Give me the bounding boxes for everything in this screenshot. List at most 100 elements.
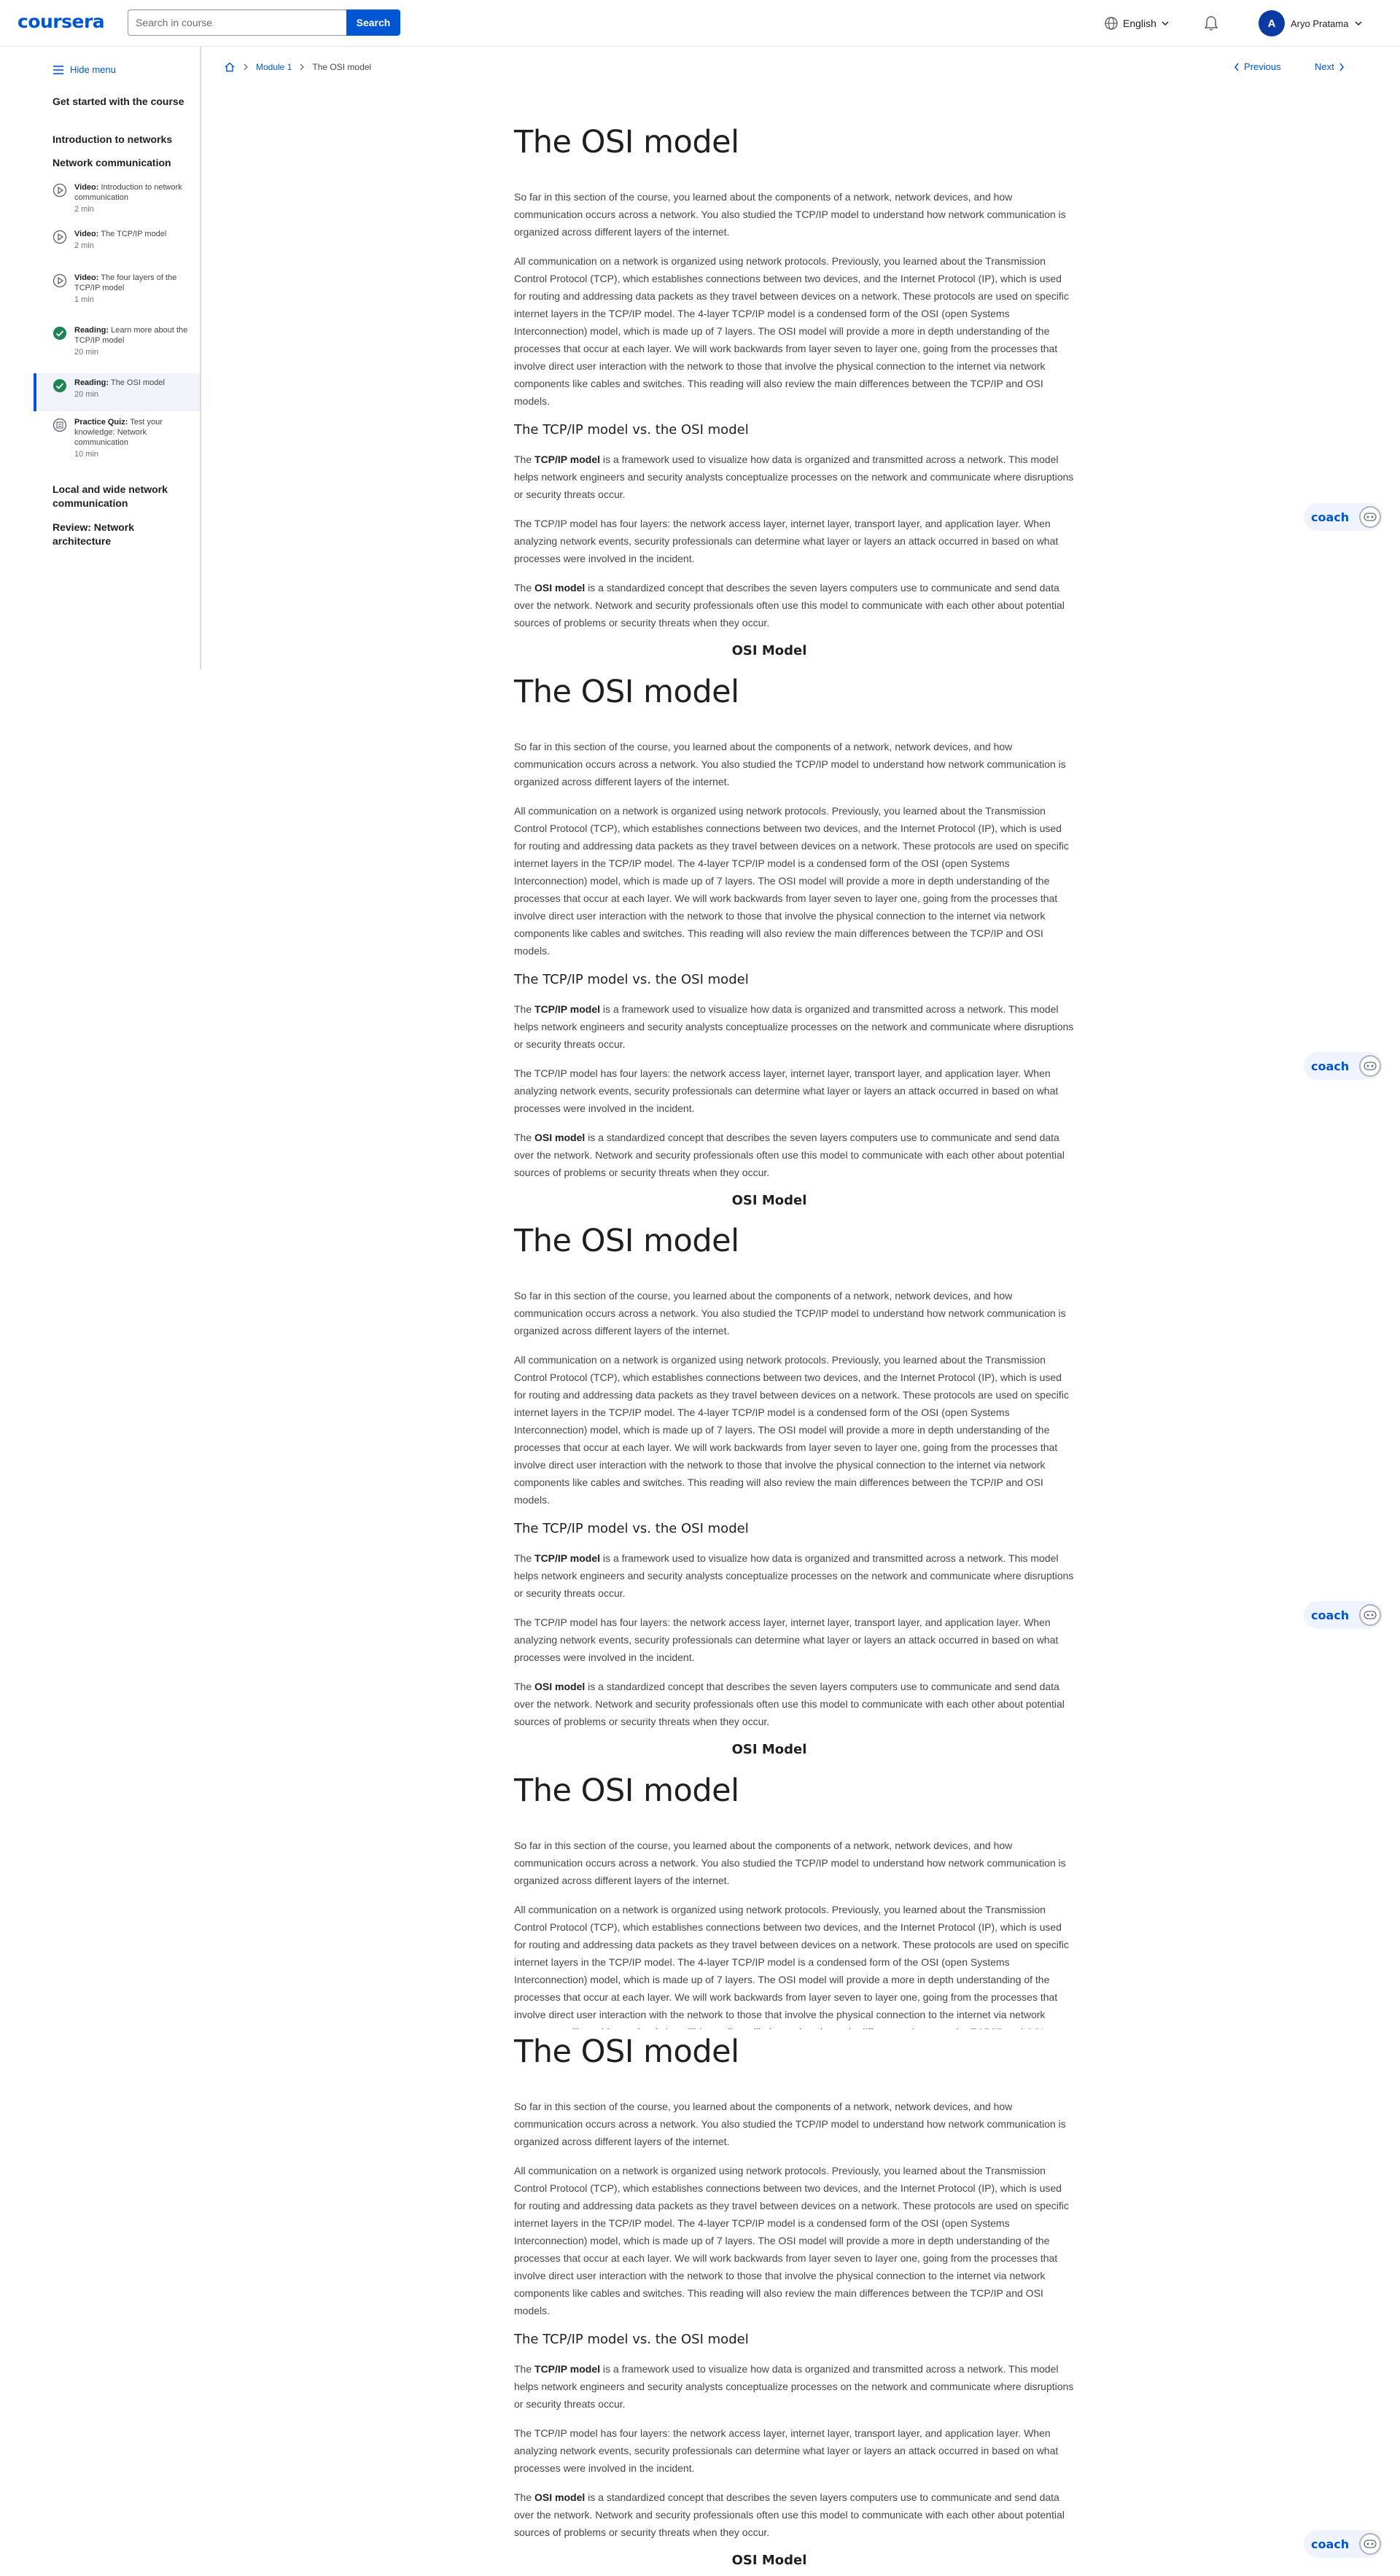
- coach-bot-icon: [1359, 1604, 1382, 1626]
- user-name: Aryo Pratama: [1291, 17, 1349, 29]
- term-tcpip: TCP/IP model: [534, 2363, 600, 2375]
- section-heading: The TCP/IP model vs. the OSI model: [514, 422, 749, 437]
- intro-paragraph: So far in this section of the course, yo…: [514, 191, 1066, 238]
- text: The: [514, 2363, 535, 2375]
- coach-bot-icon: [1359, 506, 1382, 528]
- article-body: The OSI model So far in this section of …: [514, 1218, 1076, 1757]
- avatar: A: [1259, 10, 1285, 36]
- hide-menu-label: Hide menu: [70, 64, 116, 75]
- protocols-paragraph: All communication on a network is organi…: [514, 2165, 1069, 2316]
- top-header: coursera Search English A Aryo Pratama: [0, 0, 1400, 47]
- coach-label: coach: [1311, 1608, 1350, 1622]
- menu-icon: [53, 65, 63, 74]
- term-tcpip: TCP/IP model: [534, 1552, 600, 1564]
- text: The: [514, 2491, 535, 2503]
- tcpip-layers-paragraph: The TCP/IP model has four layers: the ne…: [514, 518, 1059, 564]
- article-body: The OSI model So far in this section of …: [514, 1768, 1076, 2029]
- osi-model-subheading: OSI Model: [731, 2553, 807, 2568]
- intro-paragraph: So far in this section of the course, yo…: [514, 1290, 1066, 1336]
- hide-menu-button[interactable]: Hide menu: [52, 64, 116, 75]
- search-button[interactable]: Search: [346, 9, 400, 36]
- osi-definition-paragraph: The OSI model is a standardized concept …: [514, 1678, 1076, 1730]
- intro-paragraph: So far in this section of the course, yo…: [514, 1840, 1066, 1886]
- tcpip-definition-paragraph: The TCP/IP model is a framework used to …: [514, 451, 1076, 503]
- coach-bot-icon: [1359, 1055, 1382, 1077]
- term-osi: OSI model: [534, 1132, 586, 1143]
- article-body: The OSI model So far in this section of …: [514, 2029, 1076, 2568]
- text: is a standardized concept that describes…: [514, 1681, 1065, 1727]
- chevron-down-icon: [1355, 21, 1363, 26]
- osi-definition-paragraph: The OSI model is a standardized concept …: [514, 579, 1076, 631]
- text: is a standardized concept that describes…: [514, 1132, 1065, 1178]
- sidebar-section-get-started[interactable]: Get started with the course: [52, 95, 191, 109]
- coach-label: coach: [1311, 1059, 1350, 1073]
- osi-definition-paragraph: The OSI model is a standardized concept …: [514, 1129, 1076, 1181]
- intro-paragraph: So far in this section of the course, yo…: [514, 2101, 1066, 2147]
- chevron-right-icon: [1339, 63, 1344, 71]
- text: The: [514, 454, 535, 465]
- text: is a standardized concept that describes…: [514, 2491, 1065, 2538]
- article-body: The OSI model So far in this section of …: [514, 120, 1076, 658]
- osi-model-subheading: OSI Model: [731, 1193, 807, 1208]
- intro-paragraph: So far in this section of the course, yo…: [514, 741, 1066, 787]
- coach-button[interactable]: coach: [1304, 2530, 1382, 2558]
- coursera-logo[interactable]: coursera: [18, 11, 105, 32]
- home-icon[interactable]: [224, 61, 236, 73]
- page-title: The OSI model: [514, 2034, 739, 2070]
- chevron-down-icon: [1162, 21, 1169, 26]
- chevron-right-icon: [300, 63, 305, 71]
- text: The: [514, 582, 535, 594]
- next-button[interactable]: Next: [1315, 61, 1345, 72]
- user-menu[interactable]: A Aryo Pratama: [1259, 10, 1363, 36]
- coach-label: coach: [1311, 510, 1350, 524]
- previous-button[interactable]: Previous: [1234, 61, 1281, 72]
- coach-button[interactable]: coach: [1304, 1601, 1382, 1629]
- coach-label: coach: [1311, 2537, 1350, 2551]
- tcpip-layers-paragraph: The TCP/IP model has four layers: the ne…: [514, 1616, 1059, 1663]
- search-input[interactable]: [128, 9, 346, 36]
- previous-label: Previous: [1244, 61, 1281, 72]
- breadcrumb: Module 1 The OSI model: [224, 61, 371, 73]
- chevron-left-icon: [1234, 63, 1239, 71]
- article-body: The OSI model So far in this section of …: [514, 669, 1076, 1208]
- page-title: The OSI model: [514, 674, 739, 710]
- language-label: English: [1123, 17, 1156, 29]
- tcpip-layers-paragraph: The TCP/IP model has four layers: the ne…: [514, 2427, 1059, 2474]
- tcpip-layers-paragraph: The TCP/IP model has four layers: the ne…: [514, 1067, 1059, 1114]
- protocols-paragraph: All communication on a network is organi…: [514, 1354, 1069, 1506]
- text: The: [514, 1003, 535, 1015]
- chevron-right-icon: [244, 63, 248, 71]
- section-heading: The TCP/IP model vs. the OSI model: [514, 2332, 749, 2347]
- term-osi: OSI model: [534, 1681, 586, 1692]
- reading-section: The OSI model So far in this section of …: [0, 669, 1400, 1218]
- term-tcpip: TCP/IP model: [534, 1003, 600, 1015]
- term-tcpip: TCP/IP model: [534, 454, 600, 465]
- reading-section: The OSI model So far in this section of …: [0, 2029, 1400, 2576]
- protocols-paragraph: All communication on a network is organi…: [514, 255, 1069, 407]
- text: is a standardized concept that describes…: [514, 582, 1065, 629]
- coach-button[interactable]: coach: [1304, 1052, 1382, 1080]
- tcpip-definition-paragraph: The TCP/IP model is a framework used to …: [514, 1549, 1076, 1602]
- text: The: [514, 1132, 535, 1143]
- language-selector[interactable]: English: [1104, 15, 1170, 32]
- reading-section: The OSI model So far in this section of …: [0, 120, 1400, 669]
- notification-bell-icon[interactable]: [1202, 14, 1221, 33]
- coach-button[interactable]: coach: [1304, 503, 1382, 531]
- term-osi: OSI model: [534, 582, 586, 594]
- page-title: The OSI model: [514, 124, 739, 160]
- section-heading: The TCP/IP model vs. the OSI model: [514, 972, 749, 987]
- reading-section: The OSI model So far in this section of …: [0, 1768, 1400, 2029]
- breadcrumb-current: The OSI model: [312, 62, 372, 72]
- osi-model-subheading: OSI Model: [731, 643, 807, 658]
- coach-bot-icon: [1359, 2533, 1382, 2555]
- osi-definition-paragraph: The OSI model is a standardized concept …: [514, 2489, 1076, 2541]
- tcpip-definition-paragraph: The TCP/IP model is a framework used to …: [514, 2360, 1076, 2413]
- breadcrumb-module-link[interactable]: Module 1: [256, 62, 292, 72]
- protocols-paragraph: All communication on a network is organi…: [514, 805, 1069, 957]
- section-heading: The TCP/IP model vs. the OSI model: [514, 1521, 749, 1536]
- page-title: The OSI model: [514, 1773, 739, 1809]
- text: The: [514, 1681, 535, 1692]
- reading-section: The OSI model So far in this section of …: [0, 1218, 1400, 1768]
- next-label: Next: [1315, 61, 1334, 72]
- page-title: The OSI model: [514, 1223, 739, 1259]
